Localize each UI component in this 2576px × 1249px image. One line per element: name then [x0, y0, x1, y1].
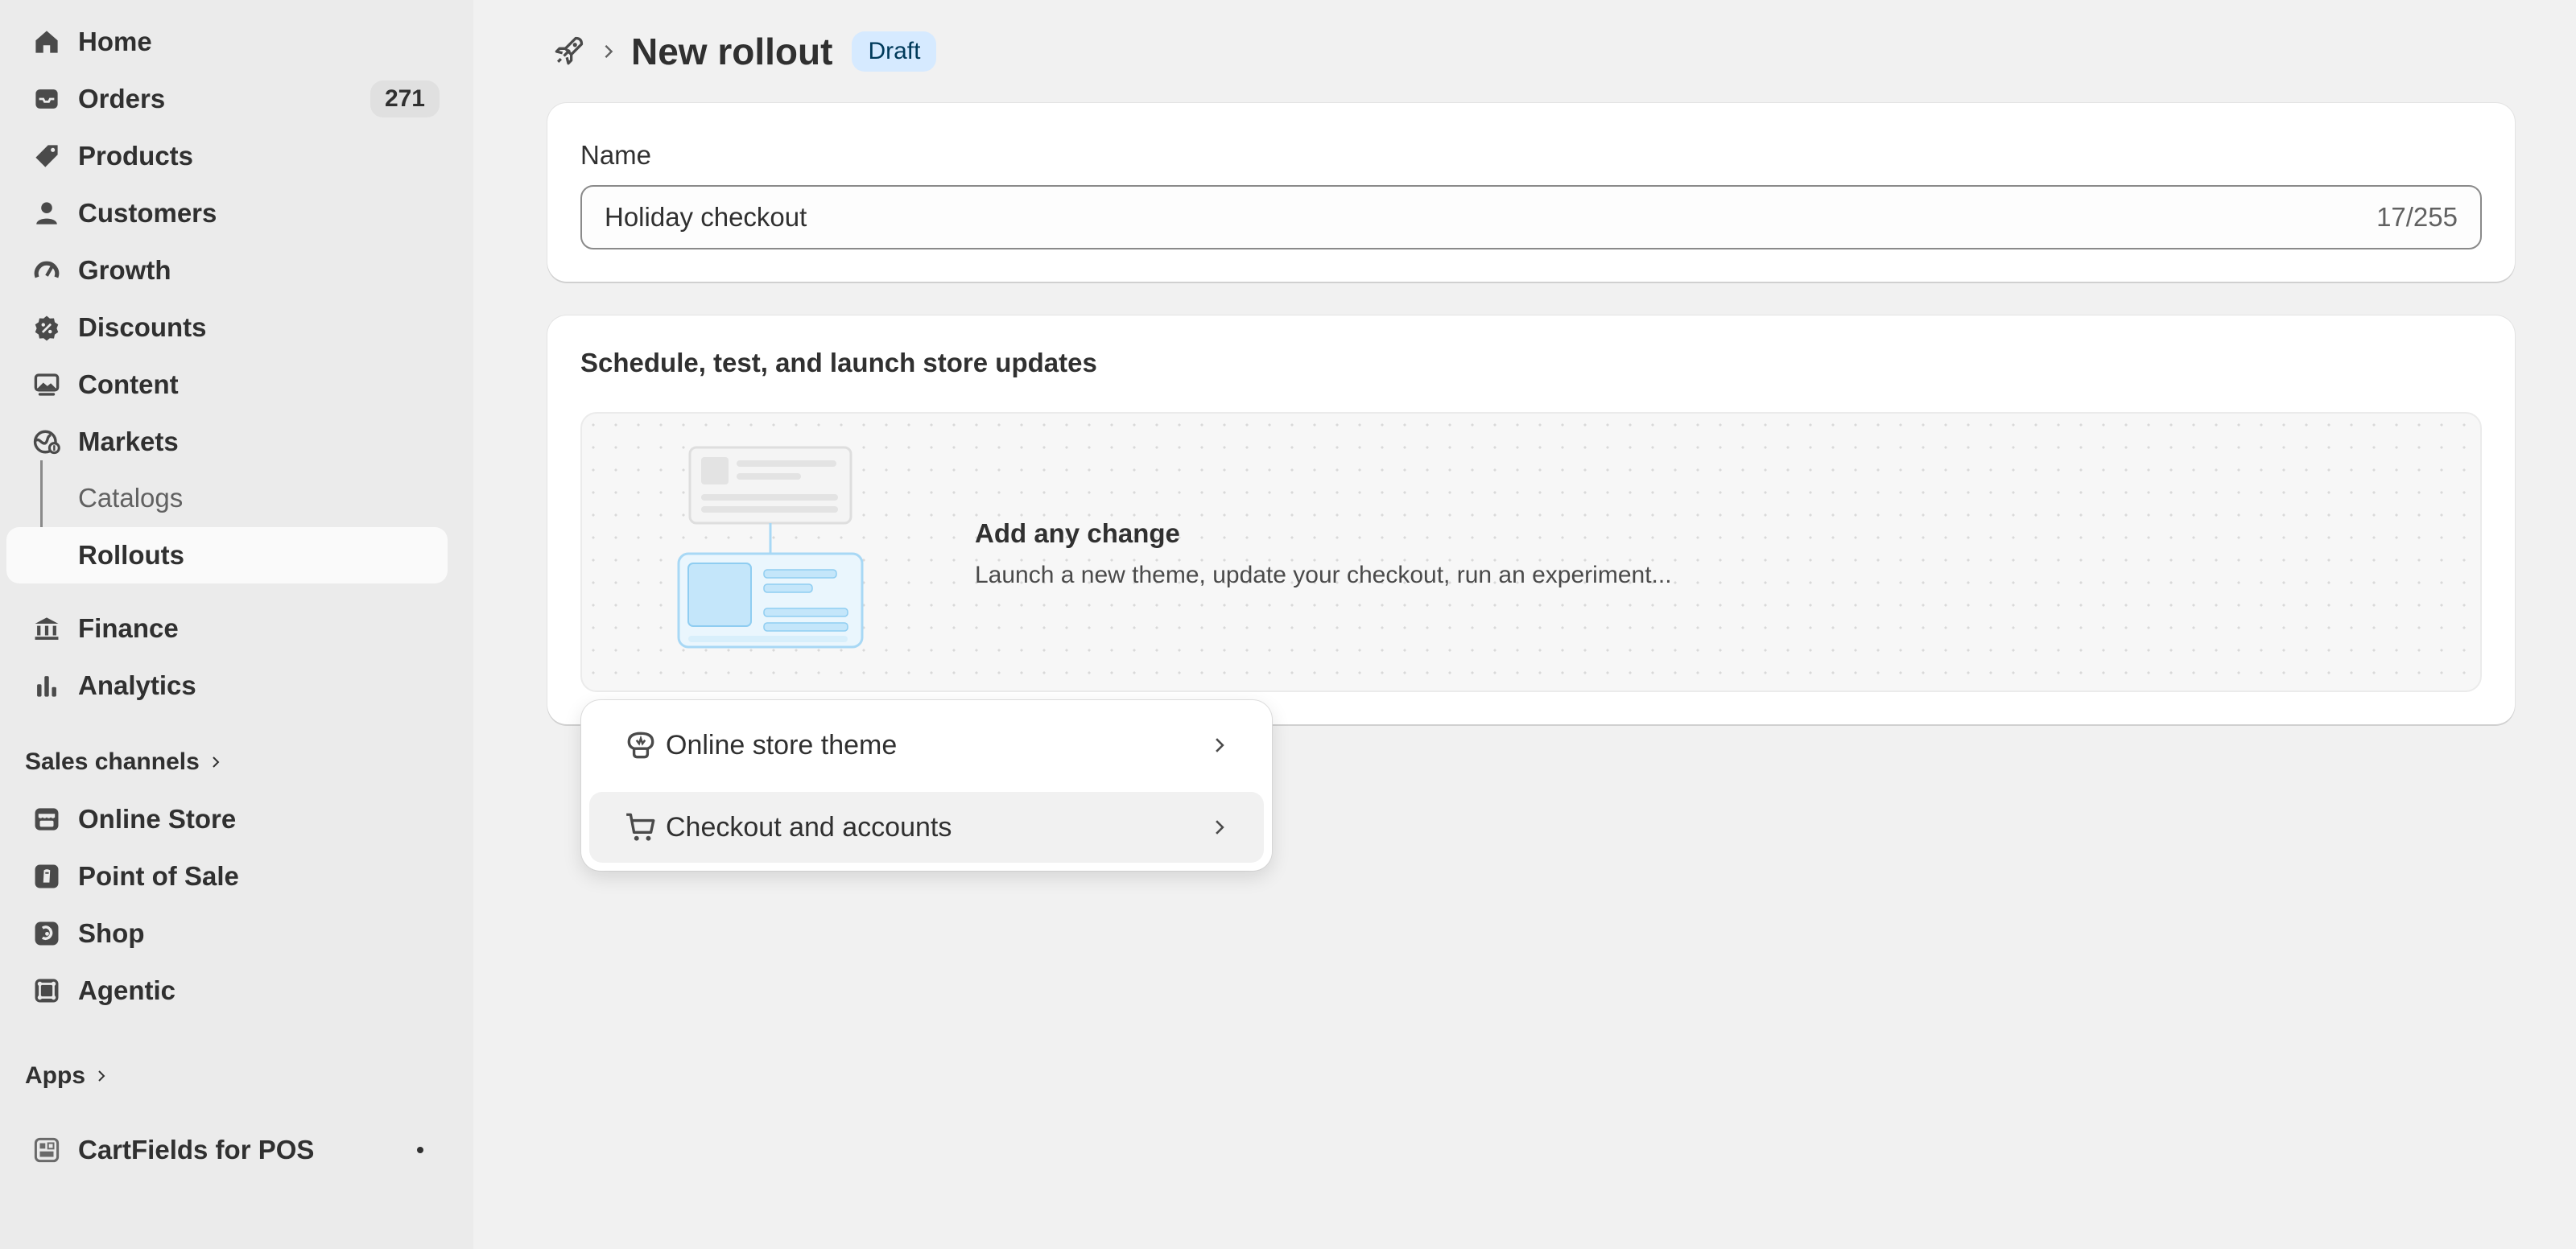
sidebar-item-customers[interactable]: Customers	[6, 185, 448, 241]
sidebar-item-label: Agentic	[78, 975, 176, 1005]
chevron-right-icon	[213, 756, 220, 768]
sidebar-item-products[interactable]: Products	[6, 128, 448, 184]
sidebar-item-label: Growth	[78, 255, 171, 285]
pos-icon	[31, 860, 63, 892]
sidebar-item-label: Orders	[78, 84, 166, 113]
bar-chart-icon	[31, 670, 63, 702]
theme-icon	[623, 728, 658, 763]
home-icon	[31, 26, 63, 58]
sidebar-item-label: Markets	[78, 427, 179, 456]
schedule-card-heading: Schedule, test, and launch store updates	[580, 348, 1097, 377]
sidebar-item-agentic[interactable]: Agentic	[6, 963, 448, 1019]
page-title: New rollout	[631, 31, 833, 72]
sidebar-item-catalogs[interactable]: Catalogs	[6, 470, 448, 526]
sidebar-item-label: Catalogs	[78, 483, 184, 513]
empty-state-title: Add any change	[975, 518, 1180, 548]
sales-channels-label: Sales channels	[25, 748, 200, 775]
schedule-card: Schedule, test, and launch store updates…	[547, 315, 2515, 724]
add-change-area[interactable]: Add any change Launch a new theme, updat…	[580, 412, 2482, 692]
sidebar-item-label: Point of Sale	[78, 861, 239, 891]
menu-item-checkout-and-accounts[interactable]: Checkout and accounts	[589, 792, 1264, 863]
sidebar-item-home[interactable]: Home	[6, 14, 448, 70]
sidebar-item-label: Finance	[78, 613, 179, 643]
bank-icon	[31, 612, 63, 645]
person-icon	[31, 197, 63, 229]
sidebar-item-label: Rollouts	[78, 540, 184, 570]
sidebar-item-label: CartFields for POS	[78, 1135, 315, 1164]
store-icon	[31, 803, 63, 835]
empty-state-description: Launch a new theme, update your checkout…	[975, 562, 1672, 588]
name-card: Name Holiday checkout 17/255	[547, 103, 2515, 282]
sidebar-item-label: Online Store	[78, 804, 237, 834]
agentic-icon	[31, 975, 63, 1007]
sidebar-item-orders[interactable]: Orders 271	[6, 71, 448, 127]
orders-count-badge: 271	[369, 80, 440, 117]
apps-header[interactable]: Apps	[25, 1062, 109, 1090]
sidebar-item-finance[interactable]: Finance	[6, 600, 448, 657]
unread-dot	[417, 1147, 423, 1153]
name-field-label: Name	[580, 140, 652, 170]
menu-item-online-store-theme[interactable]: Online store theme	[589, 710, 1264, 781]
menu-item-label: Checkout and accounts	[666, 811, 952, 843]
orders-icon	[31, 83, 63, 115]
shop-icon	[31, 917, 63, 950]
menu-item-label: Online store theme	[666, 729, 898, 761]
sidebar-item-content[interactable]: Content	[6, 357, 448, 413]
sidebar-item-markets[interactable]: Markets	[6, 414, 448, 470]
cart-icon	[623, 810, 658, 845]
sidebar-item-analytics[interactable]: Analytics	[6, 657, 448, 714]
sidebar-item-label: Content	[78, 369, 179, 399]
sidebar-item-label: Analytics	[78, 670, 196, 700]
app-icon	[31, 1134, 63, 1166]
chevron-right-icon	[1208, 733, 1232, 757]
sidebar-item-label: Shop	[78, 918, 145, 948]
status-badge: Draft	[852, 31, 937, 72]
gauge-icon	[31, 254, 63, 286]
sidebar: Home Orders 271 Products Customers Growt…	[0, 0, 473, 1249]
rollout-icon[interactable]	[551, 34, 586, 69]
sidebar-item-growth[interactable]: Growth	[6, 242, 448, 299]
sidebar-item-discounts[interactable]: Discounts	[6, 299, 448, 356]
sidebar-item-shop[interactable]: Shop	[6, 905, 448, 962]
sidebar-item-rollouts[interactable]: Rollouts	[6, 527, 448, 583]
chevron-right-icon	[1208, 815, 1232, 839]
sales-channels-header[interactable]: Sales channels	[25, 748, 224, 776]
page-header: New rollout Draft	[551, 26, 937, 77]
apps-label: Apps	[25, 1062, 85, 1089]
sidebar-item-point-of-sale[interactable]: Point of Sale	[6, 848, 448, 905]
globe-icon	[31, 426, 63, 458]
character-count: 17/255	[2376, 202, 2458, 232]
name-input-value: Holiday checkout	[605, 202, 807, 232]
rollout-illustration	[677, 446, 864, 649]
sidebar-item-online-store[interactable]: Online Store	[6, 791, 448, 847]
discount-icon	[31, 311, 63, 344]
sidebar-item-cartfields[interactable]: CartFields for POS	[6, 1122, 448, 1178]
image-icon	[31, 369, 63, 401]
sidebar-item-label: Products	[78, 141, 194, 171]
app-root: Home Orders 271 Products Customers Growt…	[0, 0, 2576, 1249]
change-type-popover: Online store theme Checkout and accounts	[581, 700, 1272, 871]
sidebar-item-label: Customers	[78, 198, 217, 228]
sidebar-item-label: Discounts	[78, 312, 207, 342]
name-input[interactable]: Holiday checkout 17/255	[580, 185, 2482, 249]
breadcrumb-chevron-icon	[599, 42, 618, 61]
chevron-right-icon	[98, 1070, 105, 1082]
tag-icon	[31, 140, 63, 172]
sidebar-item-label: Home	[78, 27, 152, 56]
